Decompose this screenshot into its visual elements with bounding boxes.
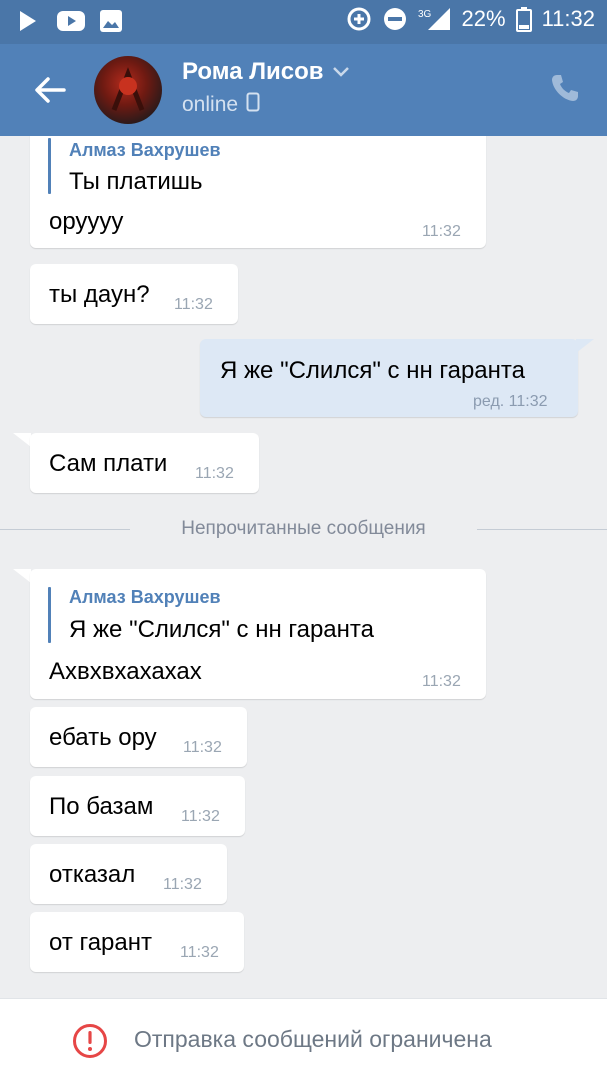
battery-percent: 22% [461,6,506,31]
message-bubble-incoming[interactable]: Сам плати 11:32 [30,433,259,493]
forward-author[interactable]: Алмаз Вахрушев [69,587,221,608]
message-time: 11:32 [174,296,213,313]
signal-icon: 3G [418,6,452,32]
network-type-label: 3G [418,9,432,20]
message-bubble-outgoing[interactable]: Я же "Слился" с нн гаранта ред. 11:32 [200,339,578,417]
message-bubble-incoming[interactable]: Алмаз Вахрушев Ты платишь оруууу 11:32 [30,136,486,248]
restriction-text: Отправка сообщений ограничена [134,1026,492,1052]
phone-icon[interactable] [549,72,581,104]
forward-text: Ты платишь [69,168,203,195]
message-text: Я же "Слился" с нн гаранта [220,357,525,384]
message-text: Сам плати [49,450,168,477]
clock: 11:32 [541,6,595,31]
message-text: оруууу [49,208,124,235]
forward-bar [48,587,51,643]
gallery-icon [98,8,124,34]
message-time: 11:32 [422,673,461,690]
bubble-tail [13,569,31,583]
message-feed[interactable]: Алмаз Вахрушев Ты платишь оруууу 11:32 т… [0,136,607,998]
forward-author[interactable]: Алмаз Вахрушев [69,140,221,161]
bubble-tail [13,433,31,447]
message-text: ебать ору [49,724,157,751]
message-time: 11:32 [195,465,234,482]
dnd-icon [382,6,408,32]
play-icon [14,8,40,34]
forward-text: Я же "Слился" с нн гаранта [69,616,374,643]
message-time: 11:32 [183,739,222,756]
message-text: Ахвхвхахахах [49,658,202,685]
message-text: от гарант [49,929,152,956]
back-arrow-icon[interactable] [30,70,70,110]
chevron-down-icon[interactable] [332,58,350,86]
message-time: 11:32 [181,808,220,825]
bubble-tail [576,339,594,353]
forward-bar [48,138,51,194]
message-time: 11:32 [163,876,202,893]
youtube-icon [56,8,85,34]
message-time: 11:32 [422,223,461,240]
contact-status: online [182,92,260,118]
online-status-label: online [182,93,239,116]
message-text: отказал [49,861,136,888]
chat-header: Рома Лисов online [0,44,607,136]
message-text: ты даун? [49,281,150,308]
alert-icon [72,1023,108,1059]
status-bar: 3G 22% 11:32 [0,0,607,44]
message-bubble-incoming[interactable]: ебать ору 11:32 [30,707,247,767]
message-time: 11:32 [180,944,219,961]
avatar[interactable] [94,56,162,124]
restriction-bar: Отправка сообщений ограничена [0,998,607,1080]
message-bubble-incoming[interactable]: ты даун? 11:32 [30,264,238,324]
data-saver-icon [346,6,372,32]
battery-icon [515,6,532,32]
unread-divider: Непрочитанные сообщения [0,514,607,544]
message-time: ред. 11:32 [473,393,548,410]
contact-name[interactable]: Рома Лисов [182,58,350,86]
contact-name-label[interactable]: Рома Лисов [182,58,324,86]
divider-line [477,529,607,530]
message-bubble-incoming[interactable]: По базам 11:32 [30,776,245,836]
message-bubble-incoming[interactable]: отказал 11:32 [30,844,227,904]
message-bubble-incoming[interactable]: Алмаз Вахрушев Я же "Слился" с нн гарант… [30,569,486,699]
message-text: По базам [49,793,154,820]
message-bubble-incoming[interactable]: от гарант 11:32 [30,912,244,972]
mobile-icon [246,92,260,118]
